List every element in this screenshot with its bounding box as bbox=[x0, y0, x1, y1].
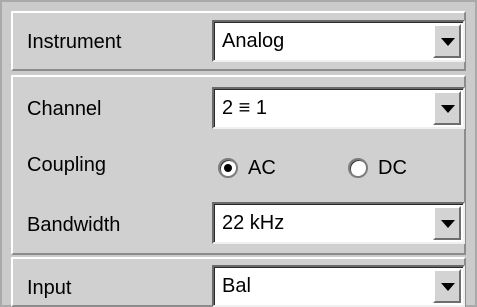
input-label: Input bbox=[27, 277, 72, 299]
chevron-down-icon bbox=[441, 283, 455, 291]
coupling-label: Coupling bbox=[27, 154, 106, 176]
coupling-group: AC DC bbox=[212, 133, 452, 193]
radio-unselected-icon bbox=[348, 158, 368, 178]
input-dropdown-button[interactable] bbox=[433, 269, 461, 303]
chevron-down-icon bbox=[441, 220, 455, 228]
bandwidth-value: 22 kHz bbox=[222, 212, 285, 234]
coupling-ac-label: AC bbox=[248, 157, 276, 179]
chevron-down-icon bbox=[441, 38, 455, 46]
radio-dot-icon bbox=[224, 164, 232, 172]
instrument-dropdown-button[interactable] bbox=[433, 24, 461, 58]
instrument-section: Instrument Analog bbox=[11, 11, 466, 71]
input-value: Bal bbox=[222, 275, 251, 297]
radio-selected-icon bbox=[218, 158, 238, 178]
channel-dropdown-button[interactable] bbox=[433, 91, 461, 125]
channel-value: 2 ≡ 1 bbox=[222, 97, 268, 119]
input-select[interactable]: Bal bbox=[212, 265, 465, 307]
bandwidth-select[interactable]: 22 kHz bbox=[212, 202, 465, 244]
instrument-label: Instrument bbox=[27, 31, 122, 53]
channel-label: Channel bbox=[27, 98, 102, 120]
instrument-value: Analog bbox=[222, 30, 285, 52]
coupling-dc-label: DC bbox=[378, 157, 407, 179]
analyzer-config-panel: Instrument Analog Channel 2 ≡ 1 Coupling… bbox=[0, 0, 477, 307]
channel-section: Channel 2 ≡ 1 Coupling AC DC Bandwidth 2… bbox=[11, 75, 466, 255]
bandwidth-label: Bandwidth bbox=[27, 214, 121, 236]
instrument-select[interactable]: Analog bbox=[212, 20, 465, 62]
bandwidth-dropdown-button[interactable] bbox=[433, 206, 461, 240]
input-section: Input Bal bbox=[11, 257, 466, 307]
chevron-down-icon bbox=[441, 105, 455, 113]
channel-select[interactable]: 2 ≡ 1 bbox=[212, 87, 465, 129]
